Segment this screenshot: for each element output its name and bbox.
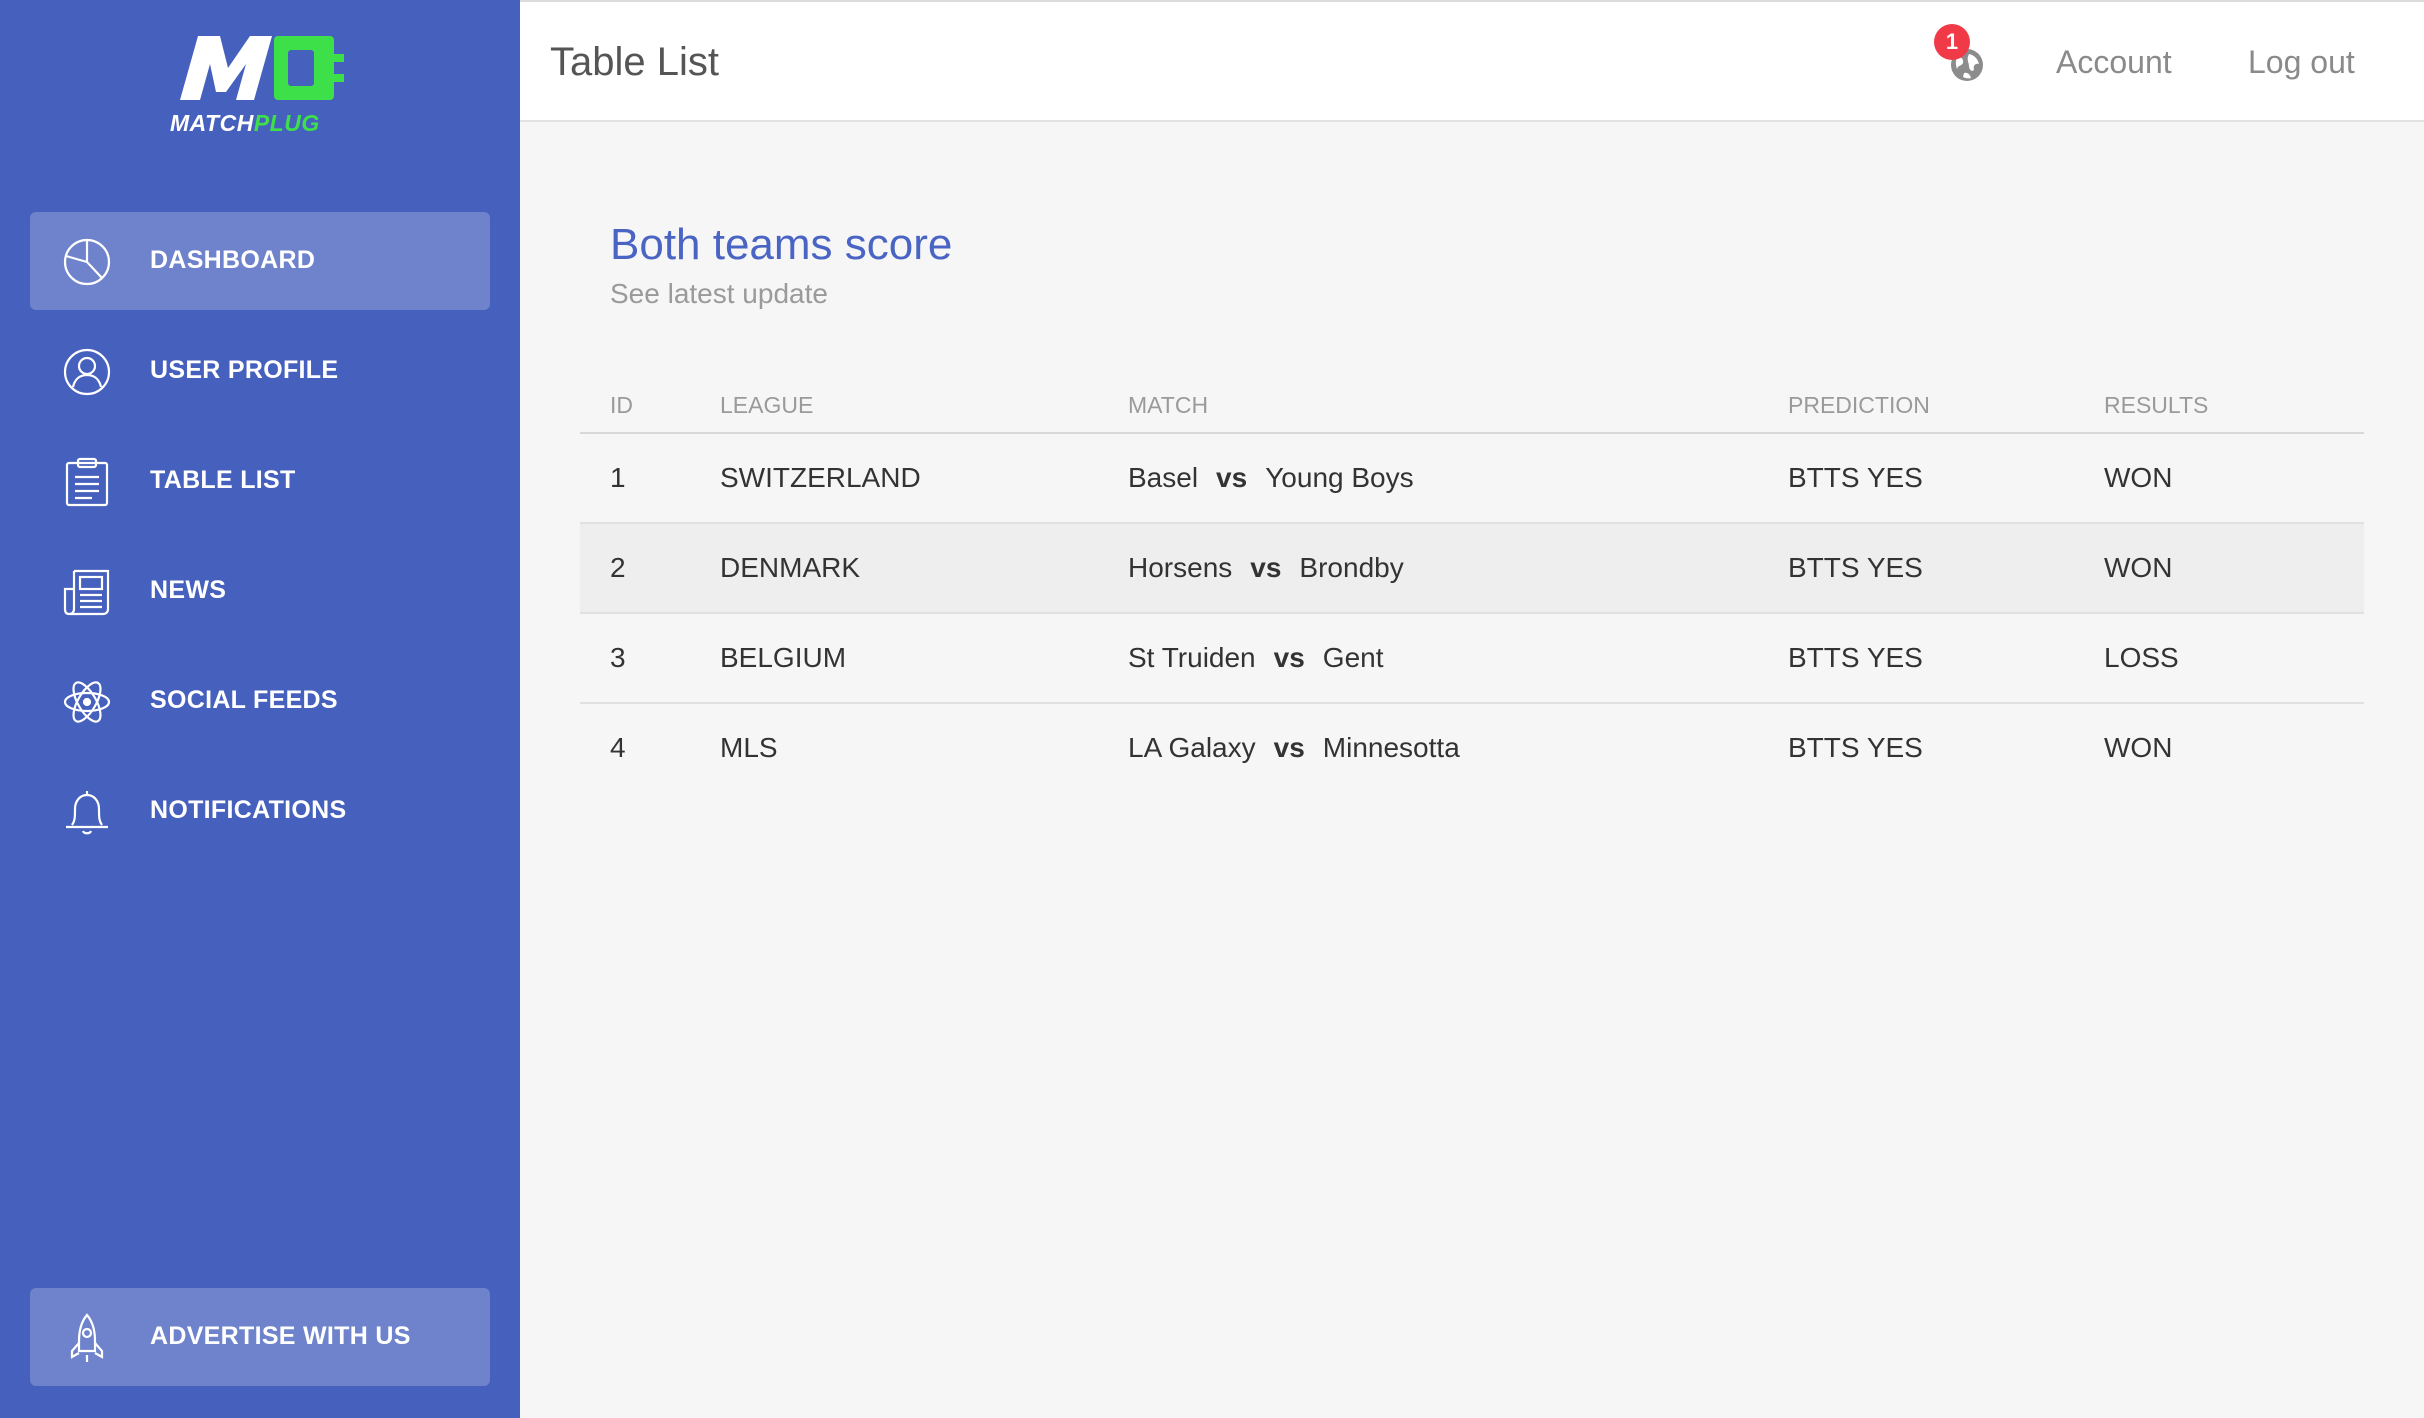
vs-label: vs — [1216, 462, 1248, 493]
vs-label: vs — [1250, 552, 1282, 583]
predictions-table: ID LEAGUE MATCH PREDICTION RESULTS 1 SWI… — [580, 370, 2364, 794]
away-team: Minnesotta — [1322, 732, 1460, 763]
account-link[interactable]: Account — [2056, 44, 2172, 81]
cell-prediction: BTTS YES — [1788, 552, 1923, 583]
sidebar-item-table-list[interactable]: TABLE LIST — [30, 432, 490, 530]
sidebar-item-label: SOCIAL FEEDS — [150, 686, 338, 714]
clipboard-icon — [62, 457, 112, 507]
cell-league: MLS — [720, 732, 778, 763]
cell-id: 4 — [610, 732, 626, 763]
home-team: Basel — [1128, 462, 1199, 493]
page-title: Table List — [550, 40, 719, 84]
column-header-league: LEAGUE — [720, 392, 814, 418]
home-team: Horsens — [1128, 552, 1233, 583]
cell-result: WON — [2104, 552, 2173, 583]
home-team: LA Galaxy — [1128, 732, 1256, 763]
sidebar-item-label: DASHBOARD — [150, 246, 316, 274]
newspaper-icon — [62, 567, 112, 617]
column-header-match: MATCH — [1128, 392, 1209, 418]
notification-badge[interactable]: 1 — [1934, 24, 1970, 60]
sidebar-item-label: ADVERTISE WITH US — [150, 1322, 411, 1350]
cell-result: WON — [2104, 462, 2173, 493]
top-bar: Table List 1 Account Log out — [520, 0, 2424, 122]
bell-icon — [62, 787, 112, 837]
cell-match: LA Galaxy vs Minnesotta — [1128, 732, 1460, 764]
vs-label: vs — [1273, 642, 1305, 673]
sidebar-item-news[interactable]: NEWS — [30, 542, 490, 640]
cell-league: DENMARK — [720, 552, 861, 583]
sidebar-item-social-feeds[interactable]: SOCIAL FEEDS — [30, 652, 490, 750]
logo-mark-icon — [180, 36, 344, 100]
logo-wordmark: MATCHPLUG — [170, 110, 320, 137]
app: MATCHPLUG DASHBOARD USER PROFILE TABLE L… — [0, 0, 2424, 1418]
card-subtitle: See latest update — [610, 278, 828, 309]
table-row: 2 DENMARK Horsens vs Brondby BTTS YES WON — [580, 524, 2364, 614]
cell-result: WON — [2104, 732, 2173, 763]
away-team: Brondby — [1299, 552, 1404, 583]
sidebar: MATCHPLUG DASHBOARD USER PROFILE TABLE L… — [0, 0, 520, 1418]
sidebar-item-user-profile[interactable]: USER PROFILE — [30, 322, 490, 420]
table-row: 4 MLS LA Galaxy vs Minnesotta BTTS YES WON — [580, 704, 2364, 794]
cell-prediction: BTTS YES — [1788, 732, 1923, 763]
sidebar-item-label: USER PROFILE — [150, 356, 339, 384]
cell-id: 2 — [610, 552, 626, 583]
table-row: 1 SWITZERLAND Basel vs Young Boys BTTS YES… — [580, 434, 2364, 524]
cell-league: SWITZERLAND — [720, 462, 921, 493]
sidebar-item-dashboard[interactable]: DASHBOARD — [30, 212, 490, 310]
column-header-results: RESULTS — [2104, 392, 2209, 418]
sidebar-item-label: TABLE LIST — [150, 466, 296, 494]
column-header-prediction: PREDICTION — [1788, 392, 1930, 418]
cell-prediction: BTTS YES — [1788, 462, 1923, 493]
user-icon — [62, 347, 112, 397]
vs-label: vs — [1273, 732, 1305, 763]
cell-match: St Truiden vs Gent — [1128, 642, 1384, 674]
table-header: ID LEAGUE MATCH PREDICTION RESULTS — [580, 370, 2364, 434]
column-header-id: ID — [610, 392, 633, 418]
away-team: Gent — [1322, 642, 1384, 673]
logo-text-plug: PLUG — [253, 110, 320, 136]
cell-match: Horsens vs Brondby — [1128, 552, 1404, 584]
home-team: St Truiden — [1128, 642, 1256, 673]
cell-league: BELGIUM — [720, 642, 847, 673]
sidebar-item-advertise[interactable]: ADVERTISE WITH US — [30, 1288, 490, 1386]
cell-result: LOSS — [2104, 642, 2179, 673]
cell-prediction: BTTS YES — [1788, 642, 1923, 673]
card-title: Both teams score — [610, 220, 953, 269]
rocket-icon — [62, 1313, 112, 1363]
table-row: 3 BELGIUM St Truiden vs Gent BTTS YES LOSS — [580, 614, 2364, 704]
away-team: Young Boys — [1265, 462, 1414, 493]
sidebar-item-label: NEWS — [150, 576, 227, 604]
logout-link[interactable]: Log out — [2248, 44, 2355, 81]
matchplug-logo[interactable]: MATCHPLUG — [168, 28, 352, 140]
sidebar-item-notifications[interactable]: NOTIFICATIONS — [30, 762, 490, 860]
sidebar-item-label: NOTIFICATIONS — [150, 796, 347, 824]
cell-id: 1 — [610, 462, 626, 493]
cell-id: 3 — [610, 642, 626, 673]
logo-text-match: MATCH — [170, 110, 254, 136]
cell-match: Basel vs Young Boys — [1128, 462, 1414, 494]
atom-icon — [62, 677, 112, 727]
pie-chart-icon — [62, 237, 112, 287]
